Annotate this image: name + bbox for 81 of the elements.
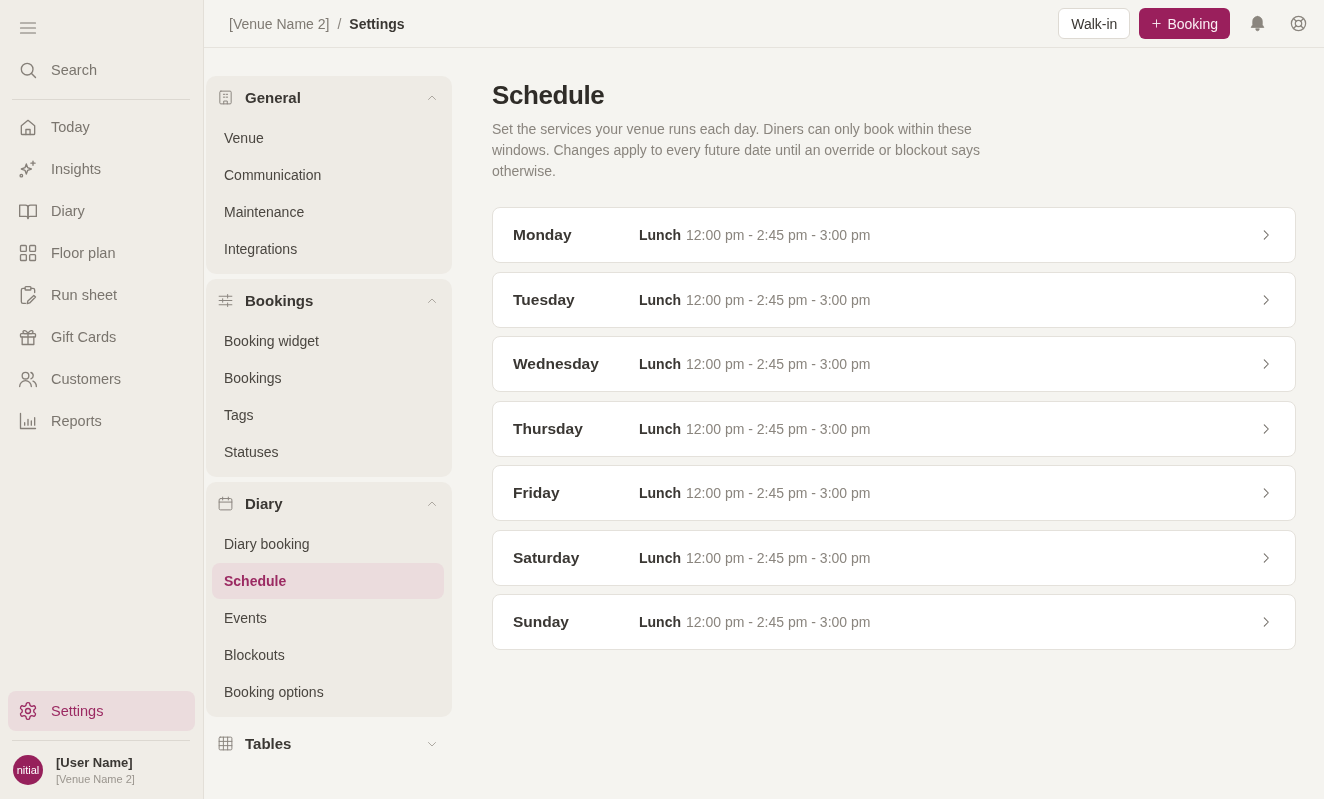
settings-menu-item[interactable]: Communication: [212, 157, 444, 193]
building-icon: [217, 89, 234, 106]
settings-menu-item[interactable]: Booking options: [212, 674, 444, 710]
nav-item[interactable]: Today: [8, 106, 195, 148]
service-times: 12:00 pm - 2:45 pm - 3:00 pm: [686, 291, 871, 308]
day-label: Tuesday: [513, 290, 576, 309]
group-header[interactable]: Diary: [206, 482, 452, 525]
settings-icon: [18, 701, 38, 721]
settings-menu-item[interactable]: Diary booking: [212, 526, 444, 562]
user-profile-button[interactable]: nitial [User Name] [Venue Name 2]: [8, 750, 195, 790]
settings-menu-item[interactable]: Venue: [212, 120, 444, 156]
service-name: Lunch: [639, 227, 681, 243]
service-times: 12:00 pm - 2:45 pm - 3:00 pm: [686, 356, 871, 372]
settings-menu-item[interactable]: Blockouts: [212, 637, 444, 673]
bar-chart-icon: [18, 411, 38, 431]
schedule-row[interactable]: Tuesday Lunch 12:00 pm - 2:45 pm - 3:00 pm: [492, 271, 1296, 328]
search-button[interactable]: Search: [8, 50, 195, 90]
service-times: 12:00 pm - 2:45 pm - 3:00 pm: [686, 485, 871, 501]
page-description: Set the services your venue runs each day. Diners can only book within these windows. Changes apply to every future date until an override or blockout says otherwise.: [492, 120, 981, 181]
calendar-icon: [217, 495, 234, 512]
user-venue: [Venue Name 2]: [56, 773, 135, 785]
service-name: Lunch: [639, 549, 681, 566]
grid-icon: [18, 243, 38, 263]
schedule-row[interactable]: Monday Lunch 12:00 pm - 2:45 pm - 3:00 pm: [492, 207, 1296, 263]
day-label: Friday: [513, 484, 561, 502]
sparkle-icon: [18, 159, 38, 179]
walk-in-button[interactable]: Walk-in: [1058, 8, 1131, 39]
day-label: Saturday: [513, 548, 581, 567]
new-booking-button[interactable]: Booking: [1139, 8, 1230, 39]
settings-menu-item[interactable]: Bookings: [212, 360, 444, 396]
day-label: Wednesday: [513, 355, 600, 373]
service-times: 12:00 pm - 2:45 pm - 3:00 pm: [686, 420, 871, 437]
breadcrumb-link[interactable]: [Venue Name 2]: [229, 15, 330, 32]
service-times: 12:00 pm - 2:45 pm - 3:00 pm: [686, 614, 871, 630]
service-name: Lunch: [639, 356, 681, 372]
group-header[interactable]: Tables: [206, 722, 452, 765]
nav-item[interactable]: Customers: [8, 358, 195, 400]
schedule-row[interactable]: Sunday Lunch 12:00 pm - 2:45 pm - 3:00 pm: [492, 594, 1296, 650]
nav-item[interactable]: Reports: [8, 400, 195, 442]
group-header[interactable]: General: [206, 76, 452, 119]
home-icon: [18, 117, 38, 137]
service-name: Lunch: [639, 614, 681, 630]
service-name: Lunch: [639, 291, 681, 308]
settings-menu-item[interactable]: Statuses: [212, 434, 444, 470]
breadcrumb-separator: /: [337, 15, 342, 32]
schedule-row[interactable]: Saturday Lunch 12:00 pm - 2:45 pm - 3:00 pm: [492, 529, 1296, 586]
settings-menu-item[interactable]: Booking widget: [212, 323, 444, 359]
search-icon: [18, 60, 38, 80]
day-label: Thursday: [513, 419, 584, 438]
schedule-row[interactable]: Friday Lunch 12:00 pm - 2:45 pm - 3:00 pm: [492, 465, 1296, 521]
nav-item[interactable]: Floor plan: [8, 232, 195, 274]
settings-menu-item[interactable]: Events: [212, 600, 444, 636]
sliders-icon: [217, 292, 234, 309]
schedule-row[interactable]: Wednesday Lunch 12:00 pm - 2:45 pm - 3:00 pm: [492, 336, 1296, 392]
group-header[interactable]: Bookings: [206, 279, 452, 322]
service-times: 12:00 pm - 2:45 pm - 3:00 pm: [686, 227, 871, 243]
nav-item[interactable]: Diary: [8, 190, 195, 232]
plus-icon: [1151, 18, 1163, 29]
service-name: Lunch: [639, 485, 681, 501]
settings-nav-item[interactable]: Settings: [8, 691, 195, 731]
users-icon: [18, 369, 38, 389]
settings-menu-item[interactable]: Tags: [212, 397, 444, 433]
day-label: Sunday: [513, 613, 570, 631]
nav-item[interactable]: Run sheet: [8, 274, 195, 316]
nav-item[interactable]: Gift Cards: [8, 316, 195, 358]
clipboard-icon: [18, 285, 38, 305]
avatar-initials: nitial: [13, 755, 43, 785]
lifebuoy-icon: [1288, 14, 1308, 33]
settings-menu-item[interactable]: Schedule: [212, 563, 444, 599]
nav-item[interactable]: Insights: [8, 148, 195, 190]
breadcrumb-current: Settings: [349, 15, 405, 32]
settings-menu-item[interactable]: Integrations: [212, 231, 444, 267]
schedule-row[interactable]: Thursday Lunch 12:00 pm - 2:45 pm - 3:00 pm: [492, 400, 1296, 457]
day-label: Monday: [513, 226, 573, 244]
page-title: Schedule: [492, 79, 606, 111]
table-icon: [217, 735, 234, 752]
service-name: Lunch: [639, 420, 681, 437]
service-times: 12:00 pm - 2:45 pm - 3:00 pm: [686, 549, 871, 566]
user-name: [User Name]: [56, 755, 134, 770]
gift-icon: [18, 327, 38, 347]
settings-menu-item[interactable]: Maintenance: [212, 194, 444, 230]
